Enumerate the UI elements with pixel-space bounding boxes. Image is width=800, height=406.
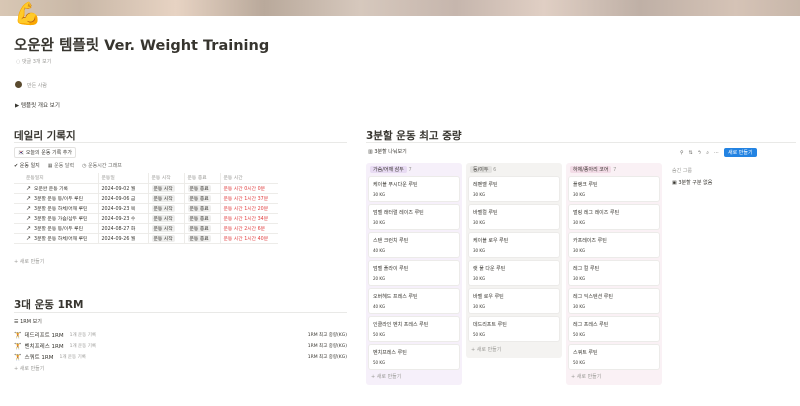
card[interactable]: 오버헤드 프레스 루틴 40 KG: [369, 289, 459, 313]
tab-workout-calendar[interactable]: ▦ 운동 달력: [48, 162, 74, 169]
board-column-legs: 하체/종아리 코어 7 플랭크 루틴 30 KG 벌링 레그 레이즈 루틴 30 K…: [566, 163, 662, 385]
board-toolbar: ⚲ ⇅ ϟ ⌕ ⋯ 새로 만들기: [680, 148, 757, 157]
start-button[interactable]: 운동 시작: [151, 224, 175, 232]
card[interactable]: 레펜벨 루틴 30 KG: [469, 177, 559, 201]
lifting-icon: 🏋: [14, 353, 22, 361]
divider: [366, 142, 796, 143]
page-icon: ↗: [26, 184, 32, 192]
daily-new-button[interactable]: + 새로 만들기: [14, 258, 44, 265]
start-button[interactable]: 운동 시작: [151, 214, 175, 222]
card[interactable]: 바벨컬 루틴 30 KG: [469, 205, 559, 229]
column-new-button[interactable]: + 새로 만들기: [471, 346, 501, 353]
board-new-button[interactable]: 새로 만들기: [724, 148, 757, 157]
column-header-duration[interactable]: 운동 시간: [220, 173, 278, 184]
table-row[interactable]: ↗ 3분할 운동 가슴/삼두 루틴 2024-09-23 수 운동 시작 운동 종…: [14, 213, 278, 224]
table-row[interactable]: ↗ 3분할 운동 등/이두 루틴 2024-09-06 금 운동 시작 운동 종료…: [14, 193, 278, 204]
start-button[interactable]: 운동 시작: [151, 234, 175, 242]
column-header[interactable]: 하체/종아리 코어 7: [570, 166, 616, 173]
lifting-icon: 🏋: [14, 331, 22, 339]
search-icon[interactable]: ⌕: [706, 150, 709, 156]
comments-link[interactable]: ◌ 댓글 3개 보기: [16, 58, 51, 65]
tab-workout-graph[interactable]: ◷ 운동시간 그래프: [82, 162, 122, 169]
card[interactable]: 스쿼트 루틴 50 KG: [569, 345, 659, 369]
start-button[interactable]: 운동 시작: [151, 184, 175, 192]
column-header-start[interactable]: 운동 시작: [148, 173, 185, 184]
card[interactable]: 바벨 로우 루틴 30 KG: [469, 289, 559, 313]
daily-view-tabs: ✔ 운동 일지 ▦ 운동 달력 ◷ 운동시간 그래프: [14, 162, 122, 169]
card[interactable]: 덤벨 플라이 루틴 20 KG: [369, 261, 459, 285]
end-button[interactable]: 운동 종료: [187, 224, 211, 232]
card[interactable]: 레그 익스텐션 루틴 30 KG: [569, 289, 659, 313]
owner-label: 만든 사람: [27, 83, 47, 89]
tab-workout-log[interactable]: ✔ 운동 일지: [14, 162, 40, 169]
card[interactable]: 레그 컬 루틴 30 KG: [569, 261, 659, 285]
card[interactable]: 벌링 레그 레이즈 루틴 30 KG: [569, 205, 659, 229]
card[interactable]: 스탠 크런치 루틴 40 KG: [369, 233, 459, 257]
card[interactable]: 덤벨 래터럴 레이즈 루틴 30 KG: [369, 205, 459, 229]
flag-icon: 🇰🇷: [18, 150, 26, 156]
column-header[interactable]: 등/이두 6: [470, 166, 496, 173]
sort-icon[interactable]: ⇅: [689, 150, 693, 156]
card[interactable]: 인클라인 벤치 프레스 루틴 50 KG: [369, 317, 459, 341]
board-column-back: 등/이두 6 레펜벨 루틴 30 KG 바벨컬 루틴 30 KG 케이블 로우 루틴…: [466, 163, 562, 358]
page-icon: ↗: [26, 194, 32, 202]
end-button[interactable]: 운동 종료: [187, 204, 211, 212]
add-daily-record-button[interactable]: 🇰🇷 오늘의 운동 기록 추가: [14, 147, 76, 158]
table-header-row: 운동일지 운동일 운동 시작 운동 종료 운동 시간: [14, 173, 278, 184]
table-row[interactable]: ↗ 오운완 운동 기록 2024-09-02 월 운동 시작 운동 종료 운동 시…: [14, 183, 278, 194]
rm-heading: 3대 운동 1RM: [14, 299, 84, 311]
end-button[interactable]: 운동 종료: [187, 184, 211, 192]
table-row[interactable]: ↗ 3분할 운동 하체/어깨 루틴 2024-09-26 월 운동 시작 운동 종…: [14, 233, 278, 244]
avatar[interactable]: [15, 81, 22, 88]
list-item[interactable]: 🏋 스쿼트 1RM 1개 운동 기록 1RM 최고 중량(KG): [14, 353, 347, 362]
board-column-chest: 가슴/어깨 삼두 7 케이블 푸시다운 루틴 30 KG 덤벨 래터럴 레이즈 루…: [366, 163, 462, 385]
start-button[interactable]: 운동 시작: [151, 194, 175, 202]
board-view-tab[interactable]: ▥ 3분할 나눠보기: [368, 148, 407, 155]
lifting-icon: 🏋: [14, 342, 22, 350]
daily-log-table: 운동일지 운동일 운동 시작 운동 종료 운동 시간 ↗ 오운완 운동 기록 20…: [14, 173, 278, 244]
card[interactable]: 레그 프레스 루틴 50 KG: [569, 317, 659, 341]
hidden-groups-label: 숨긴 그룹: [672, 168, 692, 174]
hidden-group-item[interactable]: ▣ 3분할 구분 없음: [672, 179, 712, 186]
flexed-biceps-icon: 💪: [14, 2, 42, 27]
table-row[interactable]: ↗ 3분할 운동 등/이두 루틴 2024-08-27 화 운동 시작 운동 종료…: [14, 223, 278, 234]
column-header[interactable]: 가슴/어깨 삼두 7: [370, 166, 412, 173]
board-heading: 3분할 운동 최고 중량: [366, 130, 462, 142]
column-header-date[interactable]: 운동일: [98, 173, 149, 184]
card[interactable]: 플랭크 루틴 30 KG: [569, 177, 659, 201]
end-button[interactable]: 운동 종료: [187, 214, 211, 222]
column-new-button[interactable]: + 새로 만들기: [371, 373, 401, 380]
filter-icon[interactable]: ⚲: [680, 150, 684, 156]
end-button[interactable]: 운동 종료: [187, 194, 211, 202]
list-item[interactable]: 🏋 데드리프트 1RM 1개 운동 기록 1RM 최고 중량(KG): [14, 331, 347, 340]
page-icon: ↗: [26, 224, 32, 232]
lightning-icon[interactable]: ϟ: [698, 150, 701, 156]
card[interactable]: 케이블 로우 루틴 30 KG: [469, 233, 559, 257]
start-button[interactable]: 운동 시작: [151, 204, 175, 212]
template-overview-toggle[interactable]: ▶ 템플릿 개요 보기: [15, 101, 60, 109]
end-button[interactable]: 운동 종료: [187, 234, 211, 242]
more-icon[interactable]: ⋯: [714, 150, 719, 156]
divider: [14, 312, 347, 313]
page-icon: ↗: [26, 204, 32, 212]
rm-view-tab[interactable]: ☰ 1RM 보기: [14, 318, 42, 325]
cover-image: [0, 0, 800, 16]
page-title: 오운완 템플릿 Ver. Weight Training: [14, 38, 270, 54]
card[interactable]: 케이블 푸시다운 루틴 30 KG: [369, 177, 459, 201]
list-item[interactable]: 🏋 벤치프레스 1RM 1개 운동 기록 1RM 최고 중량(KG): [14, 342, 347, 351]
card[interactable]: 랫 풀 다운 루틴 30 KG: [469, 261, 559, 285]
card[interactable]: 데드리프트 루틴 50 KG: [469, 317, 559, 341]
daily-log-heading: 데일리 기록지: [14, 130, 76, 142]
page-icon: ↗: [26, 234, 32, 242]
column-header-end[interactable]: 운동 종료: [184, 173, 221, 184]
column-new-button[interactable]: + 새로 만들기: [571, 373, 601, 380]
table-row[interactable]: ↗ 3분할 운동 하체/어깨 루틴 2024-09-23 목 운동 시작 운동 종…: [14, 203, 278, 214]
column-header-log[interactable]: 운동일지: [14, 173, 99, 184]
card[interactable]: 벤치프레스 루틴 50 KG: [369, 345, 459, 369]
card[interactable]: 카프레이즈 루틴 30 KG: [569, 233, 659, 257]
rm-new-button[interactable]: + 새로 만들기: [14, 365, 44, 372]
page-icon: ↗: [26, 214, 32, 222]
divider: [14, 142, 347, 143]
